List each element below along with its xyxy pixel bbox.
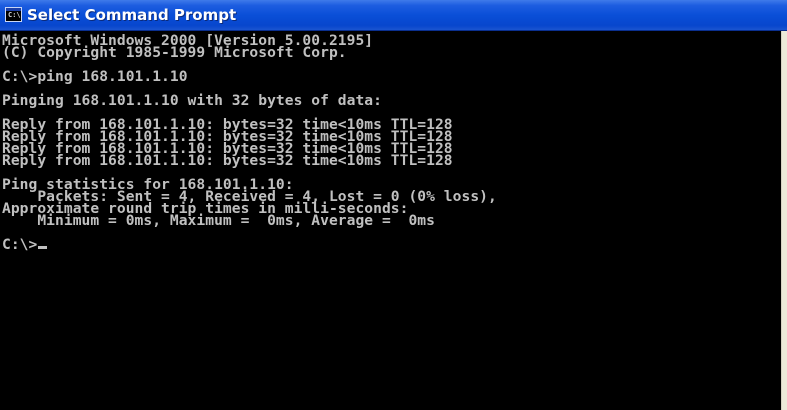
text-cursor: [38, 246, 48, 249]
command-prompt-window: C:\ Select Command Prompt Microsoft Wind…: [0, 0, 787, 410]
console-line-text: C:\>: [2, 236, 38, 253]
console-line-text: Minimum = 0ms, Maximum = 0ms, Average = …: [2, 212, 435, 229]
title-bar[interactable]: C:\ Select Command Prompt: [0, 0, 787, 31]
window-title: Select Command Prompt: [27, 6, 237, 24]
console-output: Microsoft Windows 2000 [Version 5.00.219…: [2, 33, 497, 253]
console-line-text: Pinging 168.101.1.10 with 32 bytes of da…: [2, 92, 382, 109]
console-line: Minimum = 0ms, Maximum = 0ms, Average = …: [2, 212, 497, 229]
app-icon-glyph: C:\: [8, 11, 21, 19]
console-line: Pinging 168.101.1.10 with 32 bytes of da…: [2, 92, 497, 109]
console-line: C:\>: [2, 236, 497, 253]
console-line-text: (C) Copyright 1985-1999 Microsoft Corp.: [2, 44, 347, 61]
command-prompt-icon[interactable]: C:\: [5, 7, 22, 22]
console-line: Reply from 168.101.1.10: bytes=32 time<1…: [2, 152, 497, 169]
console-area[interactable]: Microsoft Windows 2000 [Version 5.00.219…: [0, 31, 781, 410]
console-line-text: Reply from 168.101.1.10: bytes=32 time<1…: [2, 152, 453, 169]
vertical-scrollbar[interactable]: [781, 31, 787, 410]
console-line: (C) Copyright 1985-1999 Microsoft Corp.: [2, 44, 497, 61]
console-line-text: C:\>ping 168.101.1.10: [2, 68, 188, 85]
console-line: C:\>ping 168.101.1.10: [2, 68, 497, 85]
